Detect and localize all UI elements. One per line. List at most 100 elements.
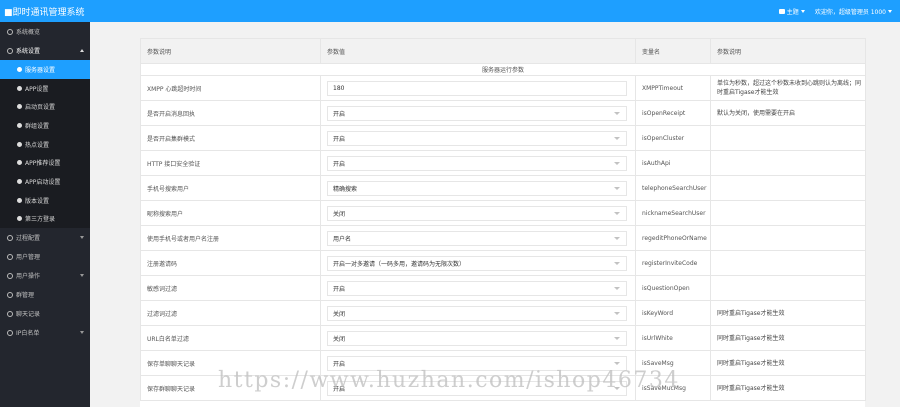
param-label: HTTP 接口安全验证 xyxy=(140,150,321,176)
column-header: 参数值 xyxy=(320,38,636,64)
chevron-down-icon xyxy=(80,236,84,240)
table-row: XMPP 心跳超时时间 180 XMPPTimeout 单位为秒数，超过这个秒数未收到… xyxy=(140,75,866,101)
param-value-cell: 180 xyxy=(320,75,636,101)
sidebar-subitem-group[interactable]: 群组设置 xyxy=(0,116,90,135)
param-value: 关闭 xyxy=(333,210,346,218)
param-description: 单位为秒数，超过这个秒数未收到心跳则认为离线；同时重启Tigase才能生效 xyxy=(710,75,866,101)
sidebar-item-ip-whitelist[interactable]: IP白名单 xyxy=(0,323,90,342)
table-row: 是否开启消息回执 开启 isOpenReceipt 默认为关闭，使用需要在开启 xyxy=(140,100,866,126)
gear-icon xyxy=(17,122,22,128)
column-header: 参数说明 xyxy=(710,38,866,64)
sidebar-subitem-third-party[interactable]: 第三方登录 xyxy=(0,210,90,229)
sidebar-item-groups[interactable]: 群管理 xyxy=(0,285,90,304)
chevron-down-icon xyxy=(614,286,620,290)
table-row: 敏感词过滤 开启 isQuestionOpen xyxy=(140,275,866,301)
gear-icon xyxy=(17,104,22,110)
sidebar-subitem-splash[interactable]: 启动页设置 xyxy=(0,97,90,116)
ip-icon xyxy=(7,329,13,336)
param-select[interactable]: 开启 xyxy=(327,155,627,171)
table-row: 注册邀请码 开启一对多邀请（一码多用，邀请码为无限次数） registerInvit… xyxy=(140,250,866,276)
param-description xyxy=(710,275,866,301)
sidebar-item-label: 用户操作 xyxy=(16,273,41,281)
param-description: 同时重启Tigase才能生效 xyxy=(710,350,866,376)
column-header: 变量名 xyxy=(635,38,711,64)
sidebar-item-config[interactable]: 过程配置 xyxy=(0,228,90,247)
sidebar-item-label: 第三方登录 xyxy=(25,216,56,224)
chevron-down-icon xyxy=(80,274,84,278)
param-description: 同时重启Tigase才能生效 xyxy=(710,300,866,326)
user-menu[interactable]: 欢迎你，超级管理员 1000 xyxy=(815,7,892,16)
chevron-down-icon xyxy=(614,261,620,265)
sidebar-item-overview[interactable]: 系统概览 xyxy=(0,22,90,41)
user-op-icon xyxy=(7,272,13,279)
param-label: 注册邀请码 xyxy=(140,250,321,276)
param-select[interactable]: 关闭 xyxy=(327,330,627,346)
chat-bubble-icon xyxy=(778,8,785,14)
param-value: 开启 xyxy=(333,110,346,118)
gear-icon xyxy=(17,141,22,147)
param-description: 默认为关闭，使用需要在开启 xyxy=(710,100,866,126)
chevron-down-icon xyxy=(614,136,620,140)
sidebar-item-chat-records[interactable]: 聊天记录 xyxy=(0,304,90,323)
sidebar-item-label: IP白名单 xyxy=(16,330,40,338)
param-select[interactable]: 用户名 xyxy=(327,230,627,246)
param-label: 敏感词过滤 xyxy=(140,275,321,301)
param-value: 开启 xyxy=(333,285,346,293)
sidebar-subitem-app-launch[interactable]: APP启动设置 xyxy=(0,172,90,191)
param-select[interactable]: 开启 xyxy=(327,130,627,146)
param-input[interactable]: 180 xyxy=(327,80,627,96)
param-select[interactable]: 开启一对多邀请（一码多用，邀请码为无限次数） xyxy=(327,255,627,271)
param-select[interactable]: 开启 xyxy=(327,280,627,296)
param-value-cell: 关闭 xyxy=(320,200,636,226)
table-row: 手机号搜索用户 精确搜索 telephoneSearchUser xyxy=(140,175,866,201)
param-label: 是否开启集群模式 xyxy=(140,125,321,151)
sidebar-item-label: 版本设置 xyxy=(25,197,50,205)
param-variable: regeditPhoneOrName xyxy=(635,225,711,251)
table-row: URL白名单过滤 关闭 isUrlWhite 同时重启Tigase才能生效 xyxy=(140,325,866,351)
sidebar-item-user-ops[interactable]: 用户操作 xyxy=(0,266,90,285)
chevron-down-icon xyxy=(614,336,620,340)
sidebar-item-label: 群管理 xyxy=(16,292,35,300)
param-select[interactable]: 开启 xyxy=(327,105,627,121)
param-select[interactable]: 关闭 xyxy=(327,305,627,321)
param-label: 过滤词过滤 xyxy=(140,300,321,326)
welcome-text: 欢迎你，超级管理员 1000 xyxy=(814,8,886,16)
section-label: 服务器运行参数 xyxy=(140,63,866,76)
sidebar-subitem-server[interactable]: 服务器设置 xyxy=(0,60,90,79)
sidebar-subitem-hotspot[interactable]: 热点设置 xyxy=(0,135,90,154)
param-value-cell: 关闭 xyxy=(320,325,636,351)
param-variable: isOpenCluster xyxy=(635,125,711,151)
sidebar-item-label: 热点设置 xyxy=(25,141,50,149)
chevron-down-icon xyxy=(80,331,84,335)
table-row: 昵称搜索用户 关闭 nicknameSearchUser xyxy=(140,200,866,226)
sidebar-item-label: 系统概览 xyxy=(16,29,41,36)
param-variable: isAuthApi xyxy=(635,150,711,176)
sidebar-item-system-settings[interactable]: 系统设置 xyxy=(0,41,90,60)
theme-menu[interactable]: 主题 xyxy=(778,7,805,16)
param-label: 使用手机号或者用户名注册 xyxy=(140,225,321,251)
sidebar-subitem-app[interactable]: APP设置 xyxy=(0,79,90,98)
param-label: XMPP 心跳超时时间 xyxy=(140,75,321,101)
sidebar-subitem-app-recommend[interactable]: APP推荐设置 xyxy=(0,153,90,172)
sidebar-subitem-version[interactable]: 版本设置 xyxy=(0,191,90,210)
chevron-down-icon xyxy=(888,9,892,13)
param-variable: nicknameSearchUser xyxy=(635,200,711,226)
gear-icon xyxy=(17,216,22,222)
sidebar-item-label: 系统设置 xyxy=(16,48,41,55)
gear-icon xyxy=(17,197,22,203)
chevron-down-icon xyxy=(614,186,620,190)
param-value-cell: 开启 xyxy=(320,150,636,176)
param-value-cell: 精确搜索 xyxy=(320,175,636,201)
chevron-down-icon xyxy=(800,9,805,13)
group-icon xyxy=(7,291,13,298)
sidebar-item-users[interactable]: 用户管理 xyxy=(0,247,90,266)
chevron-down-icon xyxy=(614,161,620,165)
sidebar-item-label: 启动页设置 xyxy=(25,104,56,112)
settings-submenu: 服务器设置 APP设置 启动页设置 群组设置 热点设置 APP推荐设置 APP启… xyxy=(0,60,90,229)
param-description xyxy=(710,175,866,201)
param-variable: isOpenReceipt xyxy=(635,100,711,126)
param-value: 开启 xyxy=(333,135,346,143)
param-select[interactable]: 精确搜索 xyxy=(327,180,627,196)
param-select[interactable]: 关闭 xyxy=(327,205,627,221)
chevron-down-icon xyxy=(614,236,620,240)
